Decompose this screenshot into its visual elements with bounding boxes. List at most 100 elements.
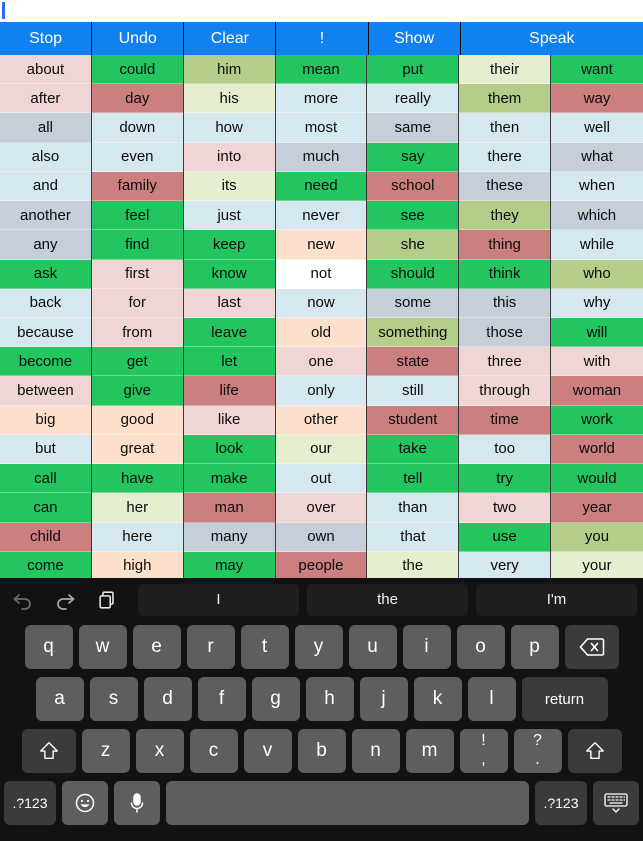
- word-cell-want[interactable]: want: [551, 55, 643, 85]
- word-cell-its[interactable]: its: [183, 171, 275, 202]
- word-cell-from[interactable]: from: [91, 317, 183, 348]
- word-cell-why[interactable]: why: [551, 288, 643, 318]
- word-cell-like[interactable]: like: [183, 405, 275, 435]
- word-cell-last[interactable]: last: [183, 288, 275, 318]
- word-cell-her[interactable]: her: [91, 493, 183, 523]
- word-cell-man[interactable]: man: [183, 493, 275, 523]
- key-j[interactable]: j: [359, 677, 408, 721]
- word-cell-just[interactable]: just: [183, 201, 275, 231]
- word-cell-you[interactable]: you: [551, 522, 643, 552]
- key-t[interactable]: t: [240, 625, 289, 669]
- word-cell-any[interactable]: any: [0, 230, 91, 260]
- word-cell-feel[interactable]: feel: [91, 201, 183, 231]
- word-cell-after[interactable]: after: [0, 84, 91, 114]
- word-cell-mean[interactable]: mean: [275, 55, 367, 85]
- word-cell-keep[interactable]: keep: [183, 230, 275, 260]
- key-u[interactable]: u: [348, 625, 397, 669]
- word-cell-get[interactable]: get: [91, 347, 183, 377]
- word-cell-try[interactable]: try: [459, 464, 551, 494]
- word-cell-may[interactable]: may: [183, 551, 275, 580]
- word-cell-way[interactable]: way: [551, 84, 643, 114]
- word-cell-never[interactable]: never: [275, 201, 367, 231]
- word-cell-two[interactable]: two: [459, 493, 551, 523]
- word-cell-much[interactable]: much: [275, 142, 367, 172]
- word-cell-still[interactable]: still: [367, 376, 459, 406]
- word-cell-all[interactable]: all: [0, 113, 91, 143]
- word-cell-down[interactable]: down: [91, 113, 183, 143]
- command-button-show[interactable]: Show: [368, 22, 461, 55]
- word-cell-day[interactable]: day: [91, 84, 183, 114]
- word-cell-tell[interactable]: tell: [367, 464, 459, 494]
- key-q[interactable]: q: [24, 625, 73, 669]
- word-cell-take[interactable]: take: [367, 434, 459, 465]
- word-cell-into[interactable]: into: [183, 142, 275, 172]
- word-cell-over[interactable]: over: [275, 493, 367, 523]
- word-cell-she[interactable]: she: [367, 230, 459, 260]
- word-cell-between[interactable]: between: [0, 376, 91, 406]
- word-cell-say[interactable]: say: [367, 142, 459, 172]
- word-cell-call[interactable]: call: [0, 464, 91, 494]
- word-cell-through[interactable]: through: [459, 376, 551, 406]
- key-g[interactable]: g: [251, 677, 300, 721]
- word-cell-can[interactable]: can: [0, 493, 91, 523]
- word-cell-leave[interactable]: leave: [183, 317, 275, 348]
- word-cell-him[interactable]: him: [183, 55, 275, 85]
- return-key[interactable]: return: [521, 677, 608, 721]
- word-cell-there[interactable]: there: [459, 142, 551, 172]
- word-cell-that[interactable]: that: [367, 522, 459, 552]
- word-cell-time[interactable]: time: [459, 405, 551, 435]
- shift-left-icon[interactable]: [21, 729, 76, 773]
- word-cell-most[interactable]: most: [275, 113, 367, 143]
- word-cell-three[interactable]: three: [459, 347, 551, 377]
- word-cell-and[interactable]: and: [0, 171, 91, 202]
- key-a[interactable]: a: [35, 677, 84, 721]
- word-cell-let[interactable]: let: [183, 347, 275, 377]
- word-cell-see[interactable]: see: [367, 201, 459, 231]
- key-p[interactable]: p: [510, 625, 559, 669]
- key-d[interactable]: d: [143, 677, 192, 721]
- word-cell-for[interactable]: for: [91, 288, 183, 318]
- word-cell-think[interactable]: think: [459, 259, 551, 289]
- word-cell-how[interactable]: how: [183, 113, 275, 143]
- word-cell-would[interactable]: would: [551, 464, 643, 494]
- word-cell-year[interactable]: year: [551, 493, 643, 523]
- word-cell-use[interactable]: use: [459, 522, 551, 552]
- undo-icon[interactable]: [6, 583, 40, 617]
- word-cell-only[interactable]: only: [275, 376, 367, 406]
- prediction-1[interactable]: I: [138, 583, 299, 616]
- word-cell-become[interactable]: become: [0, 347, 91, 377]
- word-cell-not[interactable]: not: [275, 259, 367, 289]
- word-cell-first[interactable]: first: [91, 259, 183, 289]
- word-cell-come[interactable]: come: [0, 551, 91, 580]
- word-cell-one[interactable]: one: [275, 347, 367, 377]
- word-cell-out[interactable]: out: [275, 464, 367, 494]
- word-cell-ask[interactable]: ask: [0, 259, 91, 289]
- word-cell-thing[interactable]: thing: [459, 230, 551, 260]
- punct-key-comma[interactable]: !,: [459, 729, 508, 773]
- word-cell-work[interactable]: work: [551, 405, 643, 435]
- word-cell-other[interactable]: other: [275, 405, 367, 435]
- word-cell-when[interactable]: when: [551, 171, 643, 202]
- word-cell-them[interactable]: them: [459, 84, 551, 114]
- word-cell-while[interactable]: while: [551, 230, 643, 260]
- word-cell-these[interactable]: these: [459, 171, 551, 202]
- word-cell-woman[interactable]: woman: [551, 376, 643, 406]
- word-cell-what[interactable]: what: [551, 142, 643, 172]
- word-cell-have[interactable]: have: [91, 464, 183, 494]
- word-cell-family[interactable]: family: [91, 171, 183, 202]
- word-cell-your[interactable]: your: [551, 551, 643, 580]
- word-cell-own[interactable]: own: [275, 522, 367, 552]
- word-cell-look[interactable]: look: [183, 434, 275, 465]
- prediction-2[interactable]: the: [307, 583, 468, 616]
- word-cell-school[interactable]: school: [367, 171, 459, 202]
- word-cell-will[interactable]: will: [551, 317, 643, 348]
- word-cell-our[interactable]: our: [275, 434, 367, 465]
- key-v[interactable]: v: [243, 729, 292, 773]
- word-cell-people[interactable]: people: [275, 551, 367, 580]
- word-cell-with[interactable]: with: [551, 347, 643, 377]
- word-cell-new[interactable]: new: [275, 230, 367, 260]
- word-cell-than[interactable]: than: [367, 493, 459, 523]
- shift-right-icon[interactable]: [567, 729, 622, 773]
- word-cell-give[interactable]: give: [91, 376, 183, 406]
- key-x[interactable]: x: [135, 729, 184, 773]
